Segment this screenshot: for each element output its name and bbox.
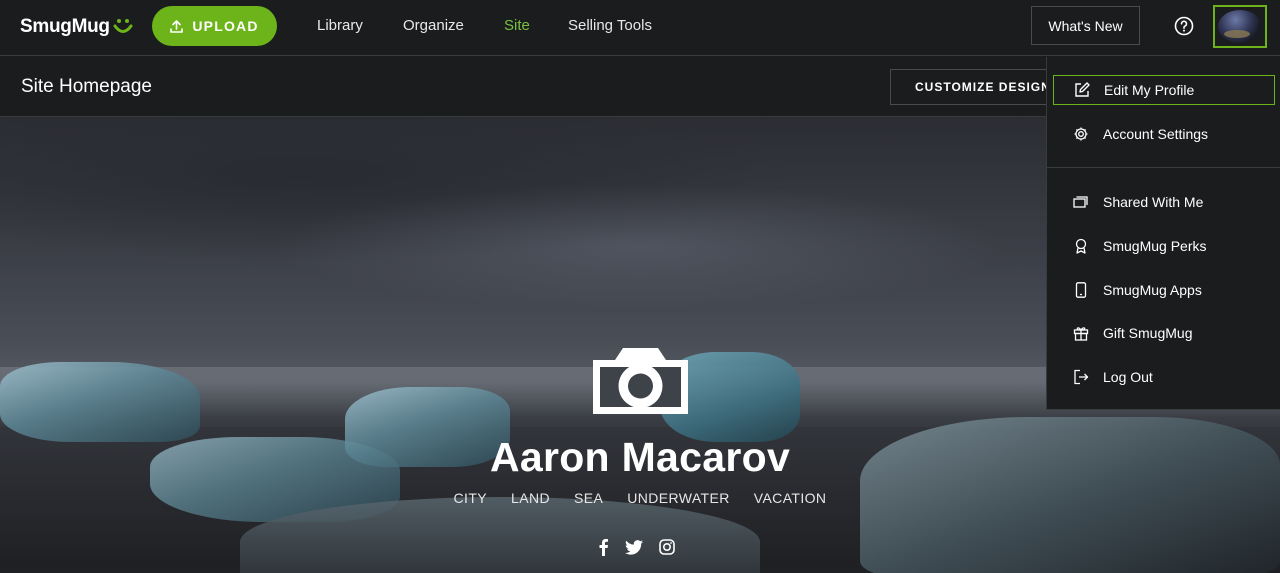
nav-selling-tools[interactable]: Selling Tools bbox=[568, 17, 652, 34]
whats-new-button[interactable]: What's New bbox=[1031, 6, 1140, 45]
instagram-icon[interactable] bbox=[659, 539, 675, 555]
smugmug-logo[interactable]: SmugMug bbox=[20, 14, 133, 40]
nav-library[interactable]: Library bbox=[317, 17, 363, 34]
edit-icon bbox=[1074, 82, 1090, 98]
camera-logo-icon bbox=[593, 348, 688, 414]
upload-label: UPLOAD bbox=[192, 18, 259, 34]
social-links bbox=[597, 538, 675, 556]
logout-icon bbox=[1073, 369, 1089, 385]
page-title: Site Homepage bbox=[21, 76, 152, 97]
menu-item-shared-with-me[interactable]: Shared With Me bbox=[1053, 187, 1275, 217]
account-dropdown-menu: Edit My Profile Account Settings Shared … bbox=[1046, 57, 1280, 410]
upload-icon bbox=[170, 19, 184, 33]
menu-item-label: SmugMug Perks bbox=[1103, 238, 1207, 254]
nav-organize[interactable]: Organize bbox=[403, 17, 464, 34]
menu-item-label: Shared With Me bbox=[1103, 194, 1204, 210]
gift-icon bbox=[1073, 325, 1089, 341]
menu-item-label: Edit My Profile bbox=[1104, 82, 1195, 98]
ice-chunk bbox=[0, 362, 200, 442]
menu-item-label: Account Settings bbox=[1103, 126, 1209, 142]
menu-item-smugmug-perks[interactable]: SmugMug Perks bbox=[1053, 231, 1275, 261]
smiley-logo-icon bbox=[113, 19, 133, 33]
gallery-link-city[interactable]: CITY bbox=[454, 490, 488, 506]
menu-item-label: SmugMug Apps bbox=[1103, 282, 1202, 298]
logo-text: SmugMug bbox=[20, 16, 110, 37]
top-navigation-bar: SmugMug UPLOAD Library Organize Site Sel… bbox=[0, 0, 1280, 56]
menu-item-edit-my-profile[interactable]: Edit My Profile bbox=[1053, 75, 1275, 105]
help-icon[interactable] bbox=[1174, 16, 1194, 36]
nav-site[interactable]: Site bbox=[504, 17, 530, 34]
site-owner-name: Aaron Macarov bbox=[489, 434, 791, 480]
gear-icon bbox=[1073, 126, 1089, 142]
user-avatar-button[interactable] bbox=[1213, 5, 1267, 48]
gallery-link-underwater[interactable]: UNDERWATER bbox=[627, 490, 730, 506]
menu-item-account-settings[interactable]: Account Settings bbox=[1053, 119, 1275, 149]
menu-item-log-out[interactable]: Log Out bbox=[1053, 362, 1275, 392]
menu-item-label: Gift SmugMug bbox=[1103, 325, 1193, 341]
gallery-link-sea[interactable]: SEA bbox=[574, 490, 603, 506]
gallery-navigation: CITY LAND SEA UNDERWATER VACATION bbox=[0, 490, 1280, 506]
customize-design-button[interactable]: CUSTOMIZE DESIGN bbox=[890, 69, 1060, 105]
gallery-link-vacation[interactable]: VACATION bbox=[754, 490, 827, 506]
menu-item-label: Log Out bbox=[1103, 369, 1153, 385]
twitter-icon[interactable] bbox=[625, 539, 643, 555]
stacked-windows-icon bbox=[1073, 194, 1089, 210]
mobile-phone-icon bbox=[1073, 282, 1089, 298]
menu-item-gift-smugmug[interactable]: Gift SmugMug bbox=[1053, 318, 1275, 348]
avatar-image bbox=[1218, 10, 1262, 43]
menu-divider bbox=[1047, 167, 1280, 168]
upload-button[interactable]: UPLOAD bbox=[152, 6, 277, 46]
gallery-link-land[interactable]: LAND bbox=[511, 490, 550, 506]
award-ribbon-icon bbox=[1073, 238, 1089, 254]
facebook-icon[interactable] bbox=[597, 538, 609, 556]
menu-item-smugmug-apps[interactable]: SmugMug Apps bbox=[1053, 275, 1275, 305]
